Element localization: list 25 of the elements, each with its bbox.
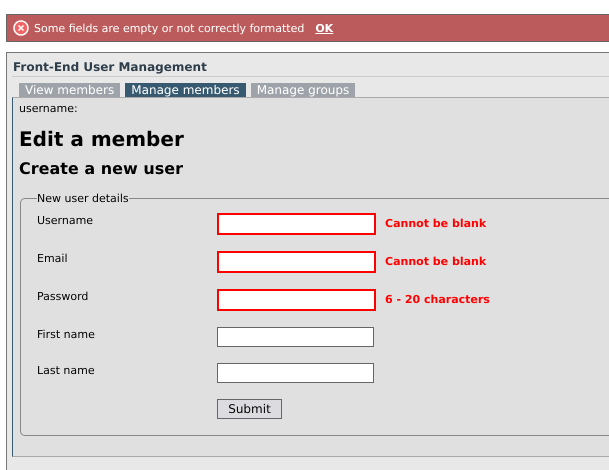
error-text: Cannot be blank bbox=[385, 254, 486, 268]
page-heading: Edit a member bbox=[19, 127, 185, 151]
submit-button[interactable]: Submit bbox=[217, 399, 282, 419]
fieldset-legend: New user details bbox=[37, 192, 129, 205]
input-field[interactable] bbox=[217, 363, 374, 383]
error-icon bbox=[13, 20, 29, 36]
input-field[interactable] bbox=[217, 251, 376, 273]
field-label: Last name bbox=[37, 363, 96, 377]
field-label: Email bbox=[37, 251, 69, 265]
field-label: Username bbox=[37, 213, 94, 227]
field-label: Password bbox=[37, 289, 90, 303]
panel-title: Front-End User Management bbox=[12, 59, 609, 77]
field-label: First name bbox=[37, 327, 96, 341]
tab[interactable]: Manage members bbox=[125, 83, 246, 97]
input-field[interactable] bbox=[217, 213, 376, 235]
error-text: Cannot be blank bbox=[385, 216, 486, 230]
input-field[interactable] bbox=[217, 289, 376, 311]
tab[interactable]: View members bbox=[19, 83, 120, 97]
username-label: username: bbox=[19, 102, 79, 115]
input-field[interactable] bbox=[217, 327, 374, 347]
tab[interactable]: Manage groups bbox=[250, 83, 356, 97]
ok-link[interactable]: OK bbox=[315, 22, 334, 34]
section-heading: Create a new user bbox=[19, 159, 184, 178]
error-text: 6 - 20 characters bbox=[385, 292, 490, 306]
error-message: Some fields are empty or not correctly formatted bbox=[34, 22, 304, 34]
